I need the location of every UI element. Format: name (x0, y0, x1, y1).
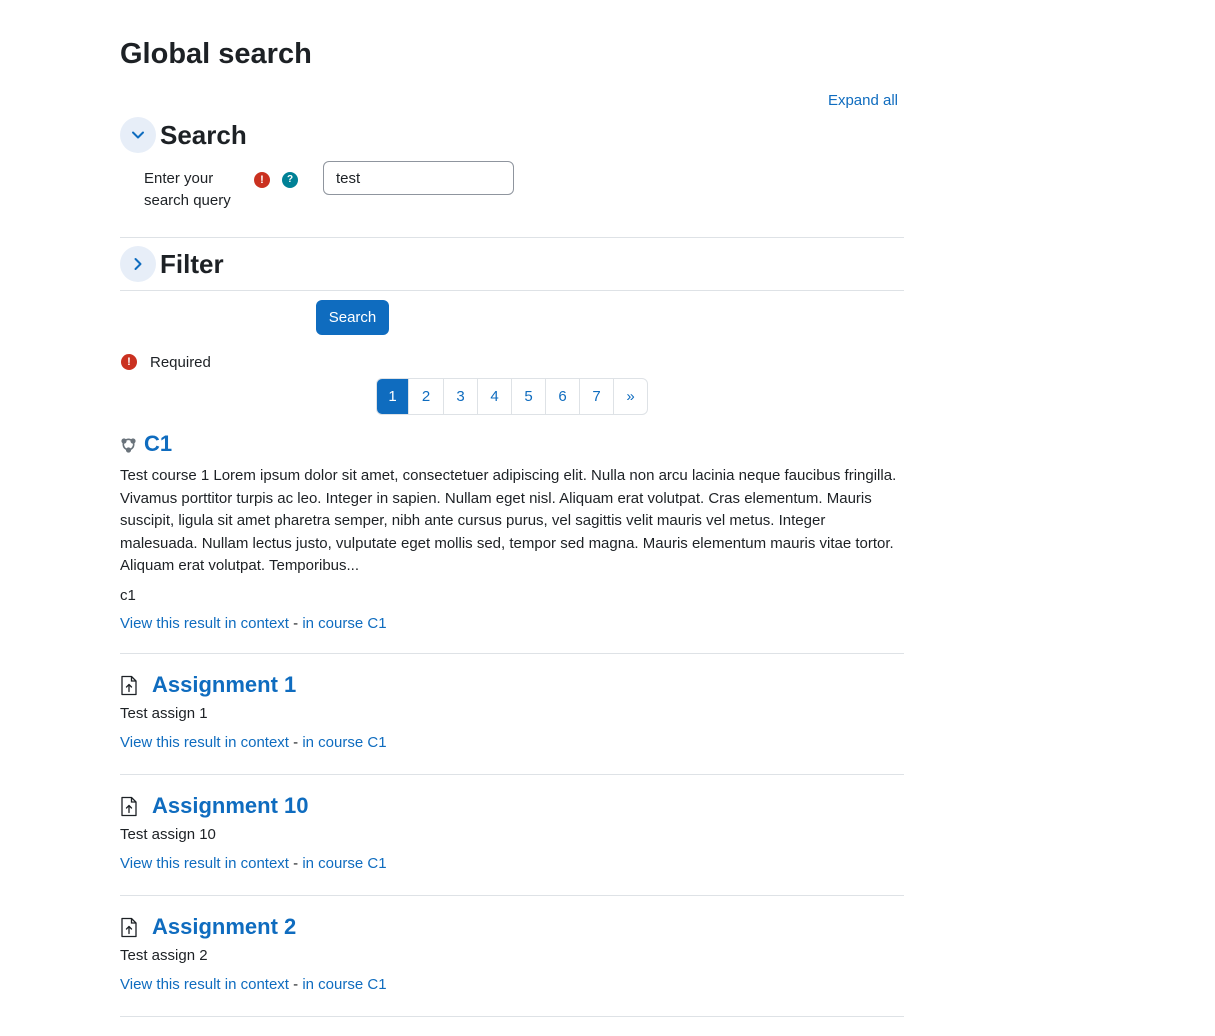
result-title-link[interactable]: Assignment 10 (152, 793, 309, 819)
help-icon[interactable]: ? (282, 172, 298, 188)
search-query-input[interactable] (323, 161, 514, 195)
search-result: Assignment 10 Test assign 10 View this r… (120, 792, 904, 874)
search-result: Assignment 2 Test assign 2 View this res… (120, 913, 904, 995)
result-description: Test assign 1 (120, 705, 208, 722)
pagination: 1 2 3 4 5 6 7 » (376, 378, 648, 415)
link-separator: - (293, 615, 299, 632)
link-separator: - (293, 854, 299, 872)
assignment-icon (121, 796, 137, 816)
result-description: Test assign 2 (120, 947, 208, 964)
link-separator: - (293, 733, 299, 751)
page-link-2[interactable]: 2 (408, 379, 443, 414)
result-title-link[interactable]: Assignment 1 (152, 672, 296, 698)
page-link-1[interactable]: 1 (377, 379, 408, 414)
divider (120, 237, 904, 238)
search-result: C1 Test course 1 Lorem ipsum dolor sit a… (120, 430, 904, 634)
result-links: View this result in context - in course … (120, 854, 904, 874)
search-section-title: Search (160, 119, 247, 150)
filter-section-title: Filter (160, 248, 224, 279)
view-in-context-link[interactable]: View this result in context (120, 976, 289, 993)
search-section-header: Search (120, 116, 247, 154)
page-link-3[interactable]: 3 (443, 379, 477, 414)
view-in-context-link[interactable]: View this result in context (120, 615, 289, 632)
required-icon: ! (254, 172, 270, 188)
next-page-link[interactable]: » (613, 379, 647, 414)
page-link-7[interactable]: 7 (579, 379, 613, 414)
result-links: View this result in context - in course … (120, 975, 904, 995)
page-link-6[interactable]: 6 (545, 379, 579, 414)
course-link[interactable]: in course C1 (302, 855, 386, 872)
assignment-icon (121, 917, 137, 937)
page-link-4[interactable]: 4 (477, 379, 511, 414)
chevron-right-icon (134, 258, 142, 270)
page-link-5[interactable]: 5 (511, 379, 545, 414)
result-links: View this result in context - in course … (120, 614, 904, 634)
expand-all-link[interactable]: Expand all (828, 91, 898, 111)
assignment-icon (121, 675, 137, 695)
divider (120, 774, 904, 775)
required-note: Required (150, 354, 211, 371)
collapse-search-toggle[interactable] (120, 117, 156, 153)
result-description: Test assign 10 (120, 826, 216, 843)
search-result: Assignment 1 Test assign 1 View this res… (120, 671, 904, 753)
expand-filter-toggle[interactable] (120, 246, 156, 282)
result-title-link[interactable]: C1 (144, 431, 172, 457)
divider (120, 653, 904, 654)
course-link[interactable]: in course C1 (302, 976, 386, 993)
course-link[interactable]: in course C1 (302, 615, 386, 632)
result-links: View this result in context - in course … (120, 733, 904, 753)
page-title: Global search (120, 38, 312, 70)
result-description: Test course 1 Lorem ipsum dolor sit amet… (120, 467, 897, 574)
query-label: Enter your search query (144, 170, 231, 209)
filter-section-header: Filter (120, 245, 224, 283)
divider (120, 290, 904, 291)
view-in-context-link[interactable]: View this result in context (120, 855, 289, 872)
divider (120, 1016, 904, 1017)
search-button[interactable]: Search (316, 300, 389, 335)
result-extra: c1 (120, 586, 136, 604)
required-icon: ! (121, 354, 137, 370)
link-separator: - (293, 975, 299, 993)
view-in-context-link[interactable]: View this result in context (120, 734, 289, 751)
chevron-down-icon (132, 131, 144, 139)
course-link[interactable]: in course C1 (302, 734, 386, 751)
result-title-link[interactable]: Assignment 2 (152, 914, 296, 940)
course-icon (121, 437, 136, 453)
divider (120, 895, 904, 896)
